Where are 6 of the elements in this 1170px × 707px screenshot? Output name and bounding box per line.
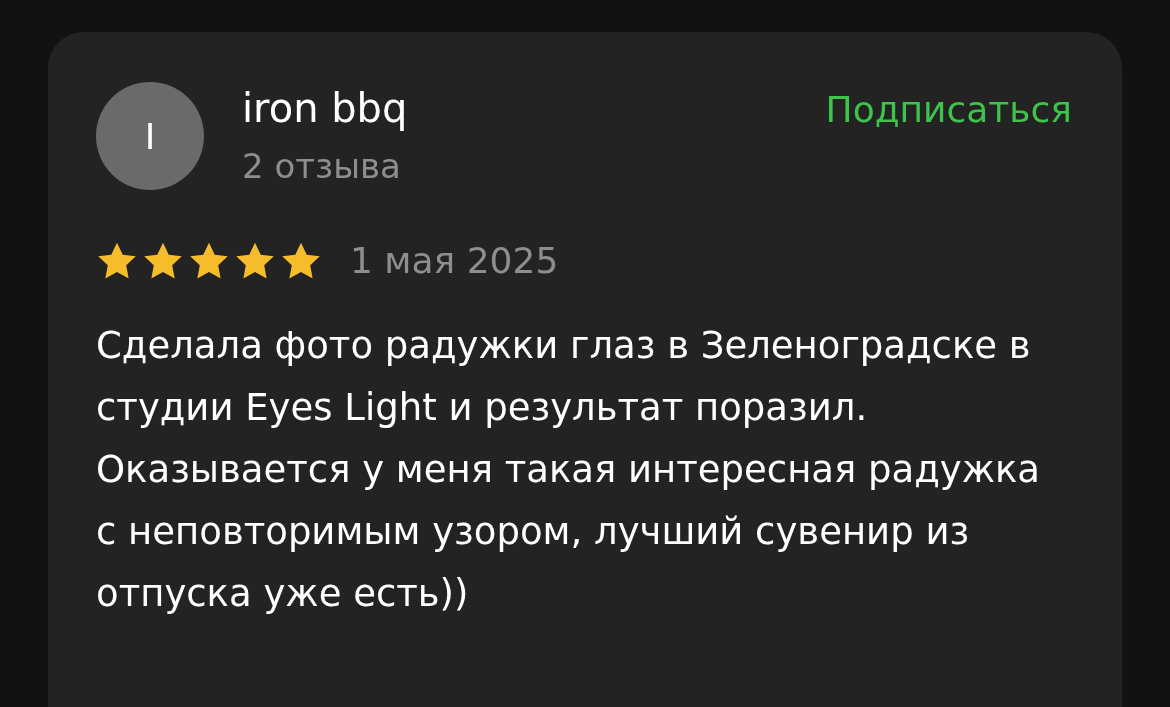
review-count: 2 отзыва xyxy=(242,145,402,188)
review-text: Сделала фото радужки глаз в Зеленоградске в студии Eyes Light и результат поразил. Оказывается у меня такая интересная радужка с неповторимым узором, лучший сувенир из отпуска уже есть)) xyxy=(96,323,1042,617)
subscribe-link[interactable]: Подписаться xyxy=(825,86,1072,134)
author-name: iron bbq xyxy=(242,84,409,132)
avatar: I xyxy=(96,82,204,190)
review-date: 1 мая 2025 xyxy=(350,240,559,281)
